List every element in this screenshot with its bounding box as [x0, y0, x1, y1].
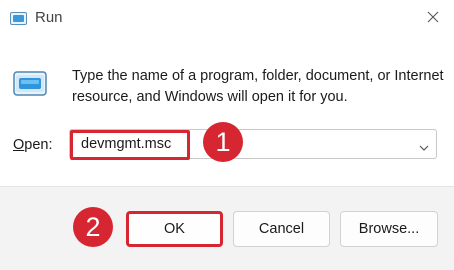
description-text: Type the name of a program, folder, docu…: [72, 68, 444, 105]
cancel-button[interactable]: Cancel: [233, 211, 330, 247]
chevron-down-icon[interactable]: [419, 139, 429, 157]
step-1-badge: 1: [203, 122, 243, 162]
window-title: Run: [35, 9, 63, 26]
title-bar: Run: [0, 0, 454, 36]
step-2-badge: 2: [73, 207, 113, 247]
run-app-icon: [10, 12, 27, 30]
open-label: Open:: [13, 137, 53, 153]
open-label-text: pen:: [24, 137, 53, 153]
open-label-mnemonic: O: [13, 137, 25, 153]
close-icon[interactable]: [418, 2, 448, 32]
input-highlight: [70, 130, 190, 160]
run-icon: [13, 69, 47, 103]
browse-button[interactable]: Browse...: [340, 211, 438, 247]
ok-button[interactable]: OK: [126, 211, 223, 247]
